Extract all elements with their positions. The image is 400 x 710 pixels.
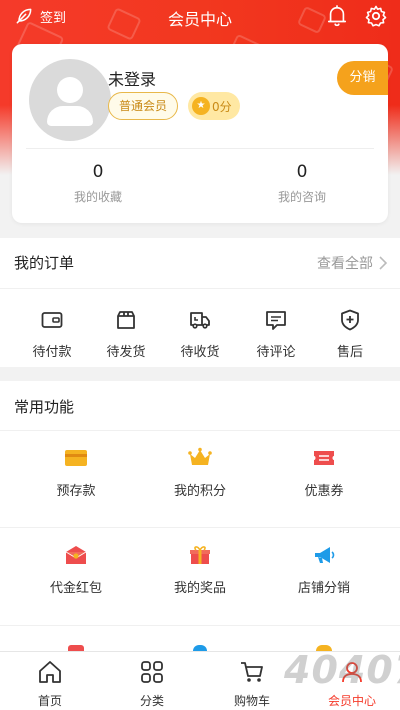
home-icon: [39, 661, 61, 683]
func-my-prizes[interactable]: 我的奖品: [140, 543, 260, 596]
tab-label: 会员中心: [327, 694, 376, 708]
func-coupons[interactable]: 优惠券: [264, 446, 384, 499]
order-pending-payment[interactable]: 待付款: [14, 308, 90, 360]
consult-stat[interactable]: 0 我的咨询: [242, 162, 362, 205]
gear-icon[interactable]: [364, 4, 388, 28]
order-item-label: 待评论: [256, 345, 296, 360]
func-item-label: 我的积分: [173, 484, 226, 499]
favorites-stat[interactable]: 0 我的收藏: [38, 162, 158, 205]
functions-section: 常用功能: [0, 381, 400, 651]
order-item-label: 待付款: [32, 345, 72, 360]
cart-icon: [241, 662, 263, 682]
card-divider: [26, 148, 374, 149]
grid-icon: [141, 661, 163, 683]
tab-label: 首页: [37, 694, 62, 708]
favorites-label: 我的收藏: [73, 190, 122, 204]
favorites-count: 0: [92, 162, 104, 182]
user-card: 未登录 普通会员 ★ 0分 分销 0 我的收藏 0 我的咨询: [12, 44, 388, 223]
orders-title: 我的订单: [14, 254, 75, 272]
crown-icon: [188, 447, 212, 465]
chevron-right-icon: [379, 256, 388, 270]
tab-home[interactable]: 首页: [10, 658, 90, 709]
order-to-ship[interactable]: 待发货: [88, 308, 164, 360]
func-store-distribution[interactable]: 店铺分销: [264, 543, 384, 596]
consult-count: 0: [296, 162, 308, 182]
func-red-envelope[interactable]: 代金红包: [16, 543, 136, 596]
order-item-label: 售后: [336, 345, 363, 360]
order-to-review[interactable]: 待评论: [238, 308, 314, 360]
functions-title: 常用功能: [14, 398, 75, 416]
func-item-label: 店铺分销: [297, 581, 350, 596]
top-bar: 签到 会员中心: [0, 0, 400, 34]
package-icon: [117, 311, 135, 329]
card-icon: [65, 450, 87, 466]
tab-cart[interactable]: 购物车: [212, 658, 292, 709]
order-item-label: 待发货: [106, 345, 146, 360]
username[interactable]: 未登录: [108, 66, 156, 90]
func-item-label: 预存款: [56, 484, 96, 499]
coupon-icon: [314, 451, 334, 465]
tab-label: 购物车: [233, 694, 270, 708]
func-my-points[interactable]: 我的积分: [140, 446, 260, 499]
func-prepaid[interactable]: 预存款: [16, 446, 136, 499]
consult-label: 我的咨询: [277, 190, 326, 204]
view-all-orders-link[interactable]: 查看全部: [317, 253, 388, 273]
bell-icon[interactable]: [326, 4, 348, 28]
order-item-label: 待收货: [180, 345, 220, 360]
func-item-label: 我的奖品: [173, 581, 226, 596]
tab-categories[interactable]: 分类: [112, 658, 192, 709]
watermark: 40407: [284, 648, 400, 692]
avatar[interactable]: [29, 59, 111, 141]
gift-icon: [190, 546, 210, 564]
megaphone-icon: [315, 547, 335, 563]
order-to-receive[interactable]: 待收货: [162, 308, 238, 360]
points-badge[interactable]: ★ 0分: [188, 92, 240, 120]
member-level-badge: 普通会员: [108, 92, 179, 120]
shield-plus-icon: [341, 309, 359, 331]
func-item-label: 代金红包: [49, 581, 102, 596]
tab-label: 分类: [139, 694, 164, 708]
comment-icon: [266, 311, 286, 330]
order-after-sales[interactable]: 售后: [312, 308, 388, 360]
coin-icon: ★: [192, 97, 210, 115]
distribute-button[interactable]: 分销: [337, 61, 388, 95]
truck-icon: [190, 312, 210, 329]
func-item-label: 优惠券: [304, 484, 344, 499]
wallet-icon: [41, 312, 63, 328]
points-label: 0分: [212, 99, 232, 114]
view-all-label: 查看全部: [317, 256, 373, 272]
red-envelope-icon: [65, 546, 87, 564]
